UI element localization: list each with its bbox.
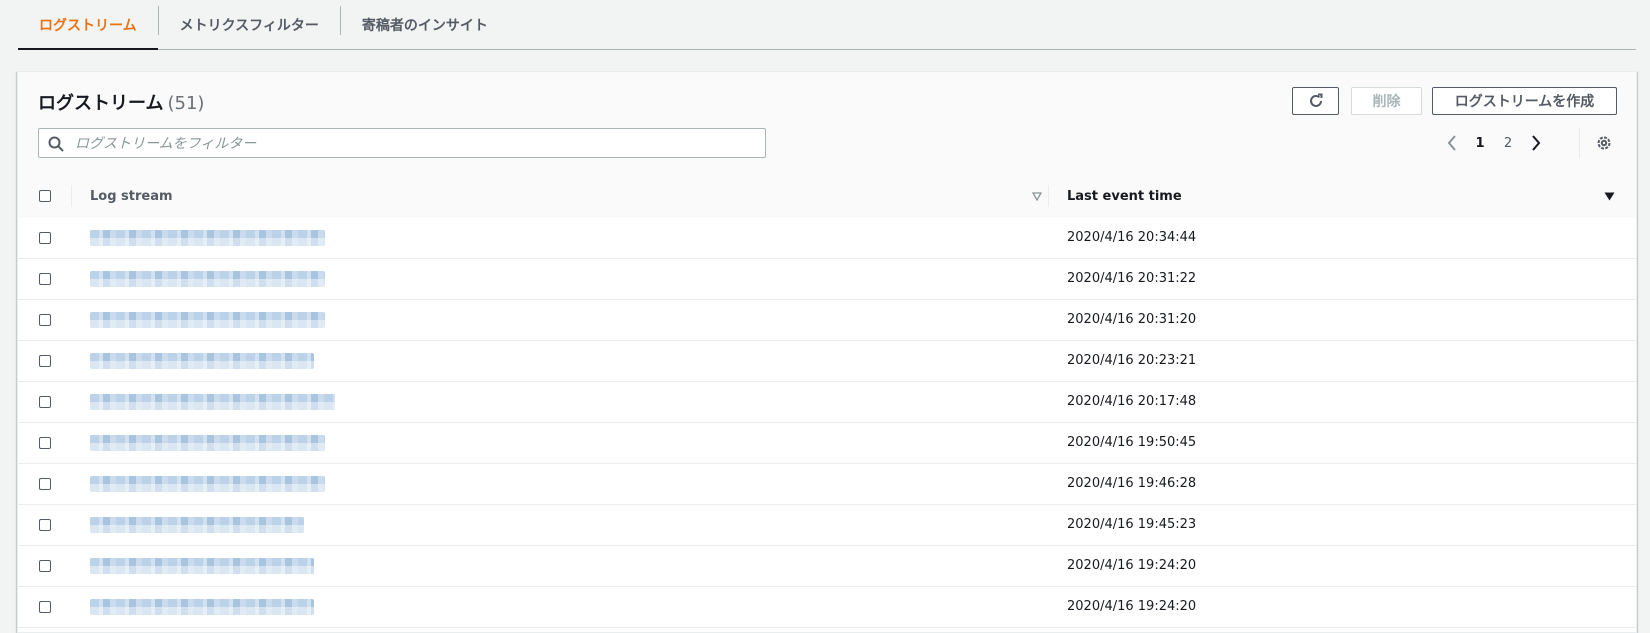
last-event-time: 2020/4/16 20:23:21 <box>1067 353 1197 368</box>
tab-label: メトリクスフィルター <box>179 17 319 34</box>
table-row: 2020/4/16 19:46:28 <box>18 464 1636 505</box>
panel-title: ログストリーム (51) <box>38 89 204 115</box>
log-stream-link[interactable] <box>90 394 335 410</box>
row-checkbox[interactable] <box>39 314 51 326</box>
row-checkbox[interactable] <box>39 437 51 449</box>
log-stream-link[interactable] <box>90 476 325 492</box>
table-row: 2020/4/16 20:31:20 <box>18 300 1636 341</box>
tab-label: ログストリーム <box>39 17 137 34</box>
row-checkbox[interactable] <box>39 519 51 531</box>
tab-log-streams[interactable]: ログストリーム <box>18 0 158 50</box>
tab-label: 寄稿者のインサイト <box>361 17 488 34</box>
log-stream-link[interactable] <box>90 599 314 615</box>
tab-contributor-insights[interactable]: 寄稿者のインサイト <box>341 0 509 49</box>
select-all-checkbox[interactable] <box>39 190 51 202</box>
panel-header: ログストリーム(51) 削除 ログストリームを作成 1 2 <box>18 72 1636 175</box>
row-checkbox[interactable] <box>39 396 51 408</box>
log-stream-link[interactable] <box>90 271 325 287</box>
select-all-checkbox-cell <box>39 174 51 218</box>
table-row: 2020/4/16 19:24:20 <box>18 587 1636 628</box>
table-settings-button[interactable] <box>1595 134 1613 152</box>
last-event-time: 2020/4/16 19:46:28 <box>1067 476 1197 491</box>
column-label: Last event time <box>1067 188 1182 204</box>
table-row: 2020/4/16 20:23:21 <box>18 341 1636 382</box>
row-checkbox[interactable] <box>39 601 51 613</box>
filter-search-box <box>38 128 766 158</box>
last-event-time: 2020/4/16 19:24:20 <box>1067 558 1197 573</box>
log-stream-link[interactable] <box>90 558 314 574</box>
row-checkbox[interactable] <box>39 355 51 367</box>
last-event-time: 2020/4/16 19:45:23 <box>1067 517 1197 532</box>
table-row: 2020/4/16 19:24:20 <box>18 546 1636 587</box>
sort-descending-icon[interactable] <box>1604 192 1615 201</box>
page-2-button[interactable]: 2 <box>1494 136 1522 151</box>
panel-title-text: ログストリーム <box>38 93 164 114</box>
chevron-left-icon <box>1447 135 1456 151</box>
log-stream-link[interactable] <box>90 435 325 451</box>
last-event-time: 2020/4/16 19:24:20 <box>1067 599 1197 614</box>
table-row: 2020/4/16 20:34:44 <box>18 218 1636 259</box>
tab-bar: ログストリーム メトリクスフィルター 寄稿者のインサイト <box>18 0 1636 50</box>
last-event-time: 2020/4/16 19:50:45 <box>1067 435 1197 450</box>
filter-input[interactable] <box>73 133 757 155</box>
column-divider <box>71 185 72 207</box>
row-checkbox[interactable] <box>39 560 51 572</box>
log-stream-link[interactable] <box>90 517 304 533</box>
column-label: Log stream <box>90 188 173 204</box>
log-streams-panel: ログストリーム(51) 削除 ログストリームを作成 1 2 <box>17 71 1637 633</box>
column-divider <box>1048 185 1049 207</box>
pagination-divider <box>1579 128 1580 158</box>
row-checkbox[interactable] <box>39 232 51 244</box>
tab-metric-filters[interactable]: メトリクスフィルター <box>159 0 340 49</box>
chevron-right-icon <box>1532 135 1541 151</box>
sort-indicator-icon[interactable] <box>1032 192 1042 201</box>
refresh-icon <box>1309 93 1322 107</box>
pagination: 1 2 <box>1438 128 1550 158</box>
table-row: 2020/4/16 19:50:45 <box>18 423 1636 464</box>
table-header: Log stream Last event time <box>18 174 1636 219</box>
gear-icon <box>1597 136 1611 150</box>
log-stream-link[interactable] <box>90 230 325 246</box>
log-stream-link[interactable] <box>90 312 325 328</box>
table-row: 2020/4/16 20:31:22 <box>18 259 1636 300</box>
last-event-time: 2020/4/16 20:31:22 <box>1067 271 1197 286</box>
column-header-last-event-time[interactable]: Last event time <box>1067 174 1182 218</box>
delete-button-label: 削除 <box>1372 94 1401 110</box>
table-body: 2020/4/16 20:34:44 2020/4/16 20:31:22 20… <box>18 218 1636 628</box>
stream-count: (51) <box>167 93 205 114</box>
page-1-button[interactable]: 1 <box>1466 136 1494 151</box>
next-page-button[interactable] <box>1522 128 1550 158</box>
last-event-time: 2020/4/16 20:17:48 <box>1067 394 1197 409</box>
last-event-time: 2020/4/16 20:34:44 <box>1067 230 1197 245</box>
table-row: 2020/4/16 20:17:48 <box>18 382 1636 423</box>
search-icon <box>48 136 64 152</box>
row-checkbox[interactable] <box>39 478 51 490</box>
table-row: 2020/4/16 19:45:23 <box>18 505 1636 546</box>
column-header-log-stream[interactable]: Log stream <box>90 174 173 218</box>
create-log-stream-button[interactable]: ログストリームを作成 <box>1432 87 1617 115</box>
last-event-time: 2020/4/16 20:31:20 <box>1067 312 1197 327</box>
previous-page-button[interactable] <box>1438 128 1466 158</box>
delete-button[interactable]: 削除 <box>1351 87 1422 115</box>
log-stream-link[interactable] <box>90 353 314 369</box>
create-button-label: ログストリームを作成 <box>1454 94 1595 110</box>
row-checkbox[interactable] <box>39 273 51 285</box>
refresh-button[interactable] <box>1292 87 1339 115</box>
